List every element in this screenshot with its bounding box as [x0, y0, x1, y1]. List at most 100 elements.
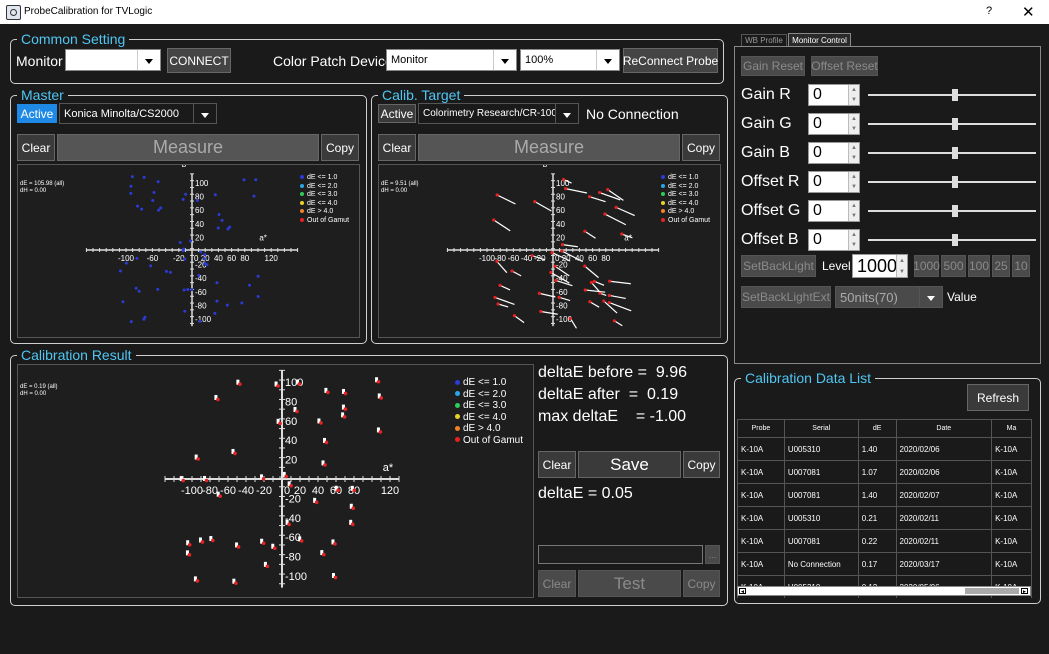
data-point	[537, 291, 542, 295]
data-point	[240, 301, 244, 305]
target-measure-button[interactable]: Measure	[418, 134, 680, 161]
browse-button[interactable]: ...	[705, 545, 720, 564]
refresh-button[interactable]: Refresh	[967, 384, 1029, 411]
x-tick-label: 40	[214, 254, 223, 263]
master-probe-select[interactable]: Konica Minolta/CS2000	[59, 103, 217, 124]
mc-row-label: Offset G	[741, 202, 801, 219]
title-bar: ProbeCalibration for TVLogic ? ✕	[0, 0, 1049, 24]
backlight-preset-button[interactable]: 100	[968, 255, 990, 277]
scrollbar-thumb[interactable]	[965, 588, 1019, 594]
target-active-button[interactable]: Active	[378, 104, 416, 123]
mc-value-spinner[interactable]: 0 ▲ ▼	[808, 200, 860, 222]
help-button[interactable]: ?	[986, 5, 992, 17]
save-button[interactable]: Save	[578, 451, 681, 478]
color-patch-device-select[interactable]: Monitor	[386, 49, 517, 71]
target-copy-button[interactable]: Copy	[682, 134, 720, 161]
backlight-preset-button[interactable]: 500	[941, 255, 966, 277]
data-point	[378, 430, 383, 434]
tab-wb-profile[interactable]: WB Profile	[741, 34, 787, 46]
table-header[interactable]: Serial	[783, 419, 859, 438]
master-plot: -100-60-2020406080120010080604020-20-40-…	[17, 164, 360, 338]
test-file-input[interactable]	[538, 545, 703, 564]
mc-slider-thumb[interactable]	[952, 176, 958, 188]
data-point	[118, 269, 122, 273]
data-point	[261, 477, 266, 481]
data-point	[248, 283, 252, 287]
mc-value-spinner[interactable]: 0 ▲ ▼	[808, 84, 860, 106]
set-backlight-ext-button[interactable]: SetBackLightExt	[741, 286, 831, 308]
legend-dot-icon	[300, 183, 304, 188]
data-point	[252, 194, 256, 198]
error-vector	[589, 301, 600, 308]
table-header[interactable]: Ma	[991, 419, 1032, 438]
table-horizontal-scrollbar[interactable]: ◄ ►	[737, 586, 1031, 596]
reconnect-probe-button[interactable]: ReConnect Probe	[623, 48, 718, 73]
level-spinner[interactable]: 1000 ▲ ▼	[852, 254, 908, 278]
data-point	[195, 579, 200, 583]
table-row[interactable]: K-10A U007081 1.07 2020/02/06 K-10A	[737, 460, 1032, 484]
x-tick-label: 60	[227, 254, 236, 263]
color-patch-device-label: Color Patch Device	[273, 53, 393, 69]
mc-slider-thumb[interactable]	[952, 89, 958, 101]
chevron-down-icon	[596, 50, 619, 70]
scroll-right-icon[interactable]: ►	[1021, 588, 1028, 595]
mc-slider-thumb[interactable]	[952, 147, 958, 159]
table-row[interactable]: K-10A U005310 0.21 2020/02/11 K-10A	[737, 506, 1032, 530]
table-row[interactable]: K-10A U007081 0.22 2020/02/11 K-10A	[737, 529, 1032, 553]
tab-monitor-control[interactable]: Monitor Control	[788, 33, 851, 46]
table-row[interactable]: K-10A No Connection 0.17 2020/03/17 K-10A	[737, 552, 1032, 576]
master-clear-button[interactable]: Clear	[17, 134, 55, 161]
table-row[interactable]: K-10A U005310 1.40 2020/02/06 K-10A	[737, 437, 1032, 461]
data-point	[496, 302, 500, 306]
patch-level-select[interactable]: 100%	[520, 49, 620, 71]
data-point	[620, 232, 624, 236]
result-clear-button[interactable]: Clear	[538, 451, 576, 478]
test-copy-button[interactable]: Copy	[683, 570, 720, 597]
mc-value-spinner[interactable]: 0 ▲ ▼	[808, 229, 860, 251]
table-header[interactable]: Date	[895, 419, 993, 438]
y-tick-label: 20	[556, 233, 565, 242]
table-header[interactable]: Probe	[737, 419, 785, 438]
backlight-preset-button[interactable]: 1000	[913, 255, 940, 277]
set-backlight-button[interactable]: SetBackLight	[741, 255, 816, 277]
close-button[interactable]: ✕	[1022, 3, 1035, 21]
monitor-select[interactable]	[65, 49, 161, 71]
data-point	[256, 295, 260, 299]
master-measure-button[interactable]: Measure	[57, 134, 319, 161]
nits-select[interactable]: 50nits(70)	[835, 286, 943, 308]
a-axis-label: a*	[383, 462, 394, 474]
deltae-before-text: deltaE before = 9.96	[538, 364, 687, 381]
gain-reset-button[interactable]: Gain Reset	[741, 56, 805, 76]
legend-dot-icon	[300, 200, 304, 205]
data-point	[199, 250, 203, 254]
mc-value-spinner[interactable]: 0 ▲ ▼	[808, 142, 860, 164]
backlight-preset-button[interactable]: 25	[992, 255, 1010, 277]
backlight-preset-button[interactable]: 10	[1012, 255, 1030, 277]
data-point	[197, 273, 201, 277]
data-point	[284, 474, 288, 479]
mc-slider-thumb[interactable]	[952, 205, 958, 217]
connect-button[interactable]: CONNECT	[167, 48, 231, 73]
target-probe-select[interactable]: Colorimetry Research/CR-100	[418, 103, 579, 124]
mc-slider-thumb[interactable]	[952, 234, 958, 246]
legend-label: Out of Gamut	[668, 216, 711, 224]
table-cell: 1.40	[857, 483, 897, 507]
data-point	[265, 564, 270, 569]
test-button[interactable]: Test	[578, 570, 681, 597]
target-clear-button[interactable]: Clear	[378, 134, 416, 161]
mc-slider-thumb[interactable]	[952, 118, 958, 130]
master-copy-button[interactable]: Copy	[321, 134, 359, 161]
master-active-button[interactable]: Active	[17, 104, 57, 123]
data-point	[287, 522, 291, 527]
offset-reset-button[interactable]: Offset Reset	[811, 56, 878, 76]
test-clear-button[interactable]: Clear	[538, 570, 576, 597]
data-point	[215, 281, 219, 285]
table-row[interactable]: K-10A U007081 1.40 2020/02/07 K-10A	[737, 483, 1032, 507]
scroll-left-icon[interactable]: ◄	[739, 588, 746, 595]
mc-value-spinner[interactable]: 0 ▲ ▼	[808, 171, 860, 193]
mc-value-spinner[interactable]: 0 ▲ ▼	[808, 113, 860, 135]
result-copy-button[interactable]: Copy	[683, 451, 720, 478]
y-tick-label: -80	[285, 552, 301, 564]
legend-item: Out of Gamut	[661, 217, 710, 224]
table-header[interactable]: dE	[857, 419, 897, 438]
